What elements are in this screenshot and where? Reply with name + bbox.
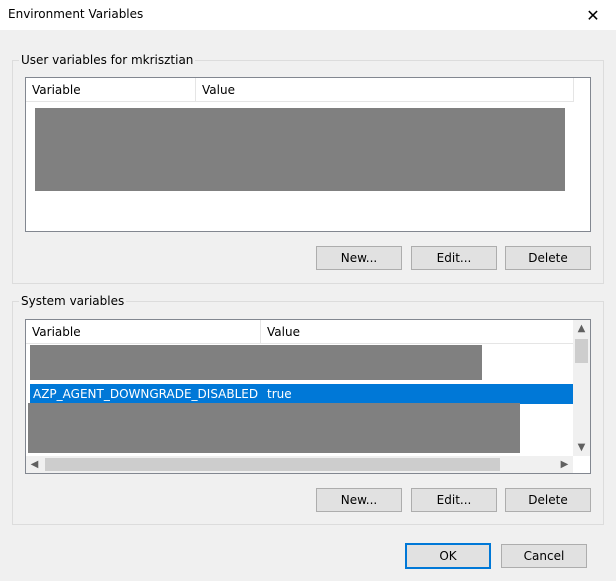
system-edit-button[interactable]: Edit... — [411, 488, 497, 512]
system-new-button[interactable]: New... — [316, 488, 402, 512]
redacted-user-rows — [35, 108, 565, 191]
vertical-scroll-thumb[interactable] — [575, 339, 588, 363]
redacted-system-rows-top — [30, 345, 482, 380]
title-bar: Environment Variables ✕ — [0, 0, 616, 30]
user-new-button[interactable]: New... — [316, 246, 402, 270]
cancel-button[interactable]: Cancel — [501, 544, 587, 568]
table-row-selected[interactable]: AZP_AGENT_DOWNGRADE_DISABLED true — [30, 384, 574, 404]
ok-button[interactable]: OK — [405, 543, 491, 569]
system-col-value[interactable]: Value — [261, 320, 574, 344]
selected-variable-value: true — [267, 387, 292, 401]
scroll-right-icon[interactable]: ▶ — [556, 456, 573, 473]
selected-variable-name: AZP_AGENT_DOWNGRADE_DISABLED — [33, 387, 259, 401]
system-vertical-scrollbar[interactable]: ▲ ▼ — [573, 320, 590, 456]
system-horizontal-scrollbar[interactable]: ◀ ▶ — [26, 456, 573, 473]
horizontal-scroll-thumb[interactable] — [45, 458, 500, 471]
user-col-value[interactable]: Value — [196, 78, 574, 102]
system-delete-button[interactable]: Delete — [505, 488, 591, 512]
system-col-variable[interactable]: Variable — [26, 320, 261, 344]
scroll-up-icon[interactable]: ▲ — [573, 320, 590, 337]
user-variables-list[interactable]: Variable Value — [25, 77, 591, 232]
user-variables-label: User variables for mkrisztian — [19, 53, 196, 67]
system-variables-list[interactable]: Variable Value AZP_AGENT_DOWNGRADE_DISAB… — [25, 319, 591, 474]
redacted-system-rows-bottom — [28, 403, 520, 453]
user-list-header: Variable Value — [26, 78, 574, 102]
scroll-left-icon[interactable]: ◀ — [26, 456, 43, 473]
system-variables-label: System variables — [19, 294, 127, 308]
user-col-variable[interactable]: Variable — [26, 78, 196, 102]
system-list-header: Variable Value — [26, 320, 574, 344]
scroll-down-icon[interactable]: ▼ — [573, 439, 590, 456]
user-delete-button[interactable]: Delete — [505, 246, 591, 270]
window-title: Environment Variables — [8, 7, 144, 21]
close-icon[interactable]: ✕ — [570, 0, 616, 30]
user-edit-button[interactable]: Edit... — [411, 246, 497, 270]
